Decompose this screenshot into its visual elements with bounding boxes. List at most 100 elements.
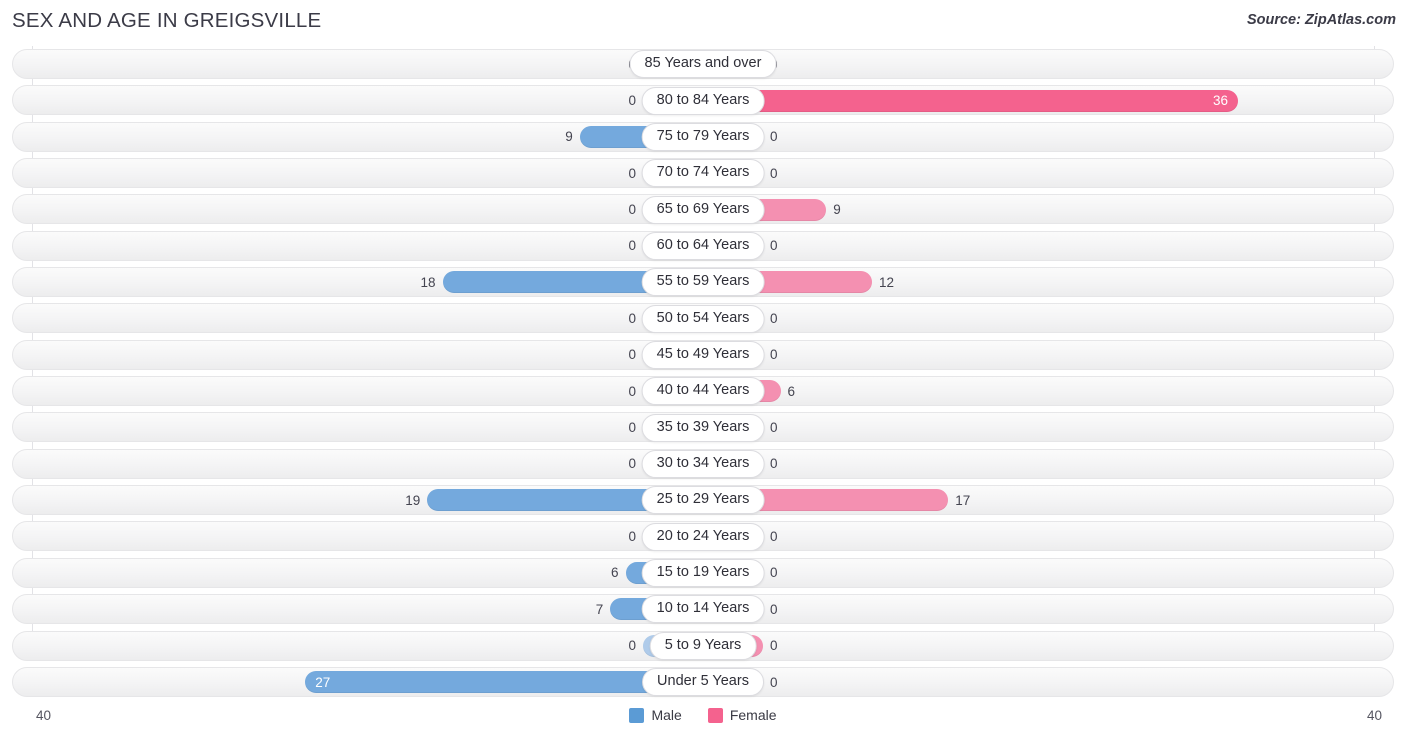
age-group-label: 60 to 64 Years [641, 231, 765, 260]
age-group-label: 45 to 49 Years [641, 340, 765, 369]
male-side: 6 [0, 555, 717, 591]
male-side: 0 [0, 46, 717, 82]
female-side: 0 [689, 555, 1406, 591]
male-side: 0 [0, 373, 717, 409]
male-value-label: 0 [628, 529, 636, 545]
female-side: 0 [689, 228, 1406, 264]
male-value-label: 0 [628, 420, 636, 436]
age-group-row: 0 0 70 to 74 Years [0, 155, 1406, 191]
female-side: 0 [689, 337, 1406, 373]
female-value-label: 36 [1212, 93, 1228, 109]
chart-header: SEX AND AGE IN GREIGSVILLE Source: ZipAt… [0, 0, 1406, 44]
age-group-label: 35 to 39 Years [641, 413, 765, 442]
age-group-label: Under 5 Years [642, 668, 764, 697]
male-side: 0 [0, 446, 717, 482]
age-group-label: 30 to 34 Years [641, 449, 765, 478]
chart-legend: Male Female [0, 707, 1406, 723]
female-value-label: 17 [955, 492, 971, 508]
age-group-label: 80 to 84 Years [641, 86, 765, 115]
age-group-row: 0 0 5 to 9 Years [0, 628, 1406, 664]
female-side: 0 [689, 518, 1406, 554]
age-group-label: 10 to 14 Years [641, 595, 765, 624]
female-value-label: 6 [787, 383, 796, 399]
female-side: 0 [689, 664, 1406, 700]
female-value-label: 0 [770, 601, 778, 617]
age-group-row: 0 36 80 to 84 Years [0, 82, 1406, 118]
age-group-rows: 0085 Years and over03680 to 84 Years9075… [0, 46, 1406, 700]
female-value-label: 0 [770, 238, 778, 254]
male-value-label: 27 [315, 674, 331, 690]
source-attribution: Source: ZipAtlas.com [1246, 12, 1396, 28]
female-value-label: 0 [770, 456, 778, 472]
age-group-row: 0 0 30 to 34 Years [0, 446, 1406, 482]
female-side: 0 [689, 446, 1406, 482]
male-side: 0 [0, 628, 717, 664]
male-side: 0 [0, 191, 717, 227]
chart-axis-footer: 40 40 Male Female [0, 703, 1406, 740]
age-group-row: 7 0 10 to 14 Years [0, 591, 1406, 627]
age-group-label: 40 to 44 Years [641, 377, 765, 406]
male-side: 0 [0, 409, 717, 445]
female-side: 6 [689, 373, 1406, 409]
legend-swatch-female-icon [707, 707, 723, 723]
age-group-row: 0 6 40 to 44 Years [0, 373, 1406, 409]
age-group-label: 15 to 19 Years [641, 558, 765, 587]
male-side: 0 [0, 228, 717, 264]
female-value-label: 0 [770, 529, 778, 545]
legend-item-male[interactable]: Male [629, 707, 682, 723]
male-value-label: 9 [565, 129, 573, 145]
male-value-label: 19 [405, 492, 421, 508]
male-side: 7 [0, 591, 717, 627]
male-side: 27 [0, 664, 717, 700]
female-side: 36 [689, 82, 1406, 118]
female-value-label: 0 [770, 165, 778, 181]
male-value-label: 7 [595, 601, 604, 617]
age-group-label: 20 to 24 Years [641, 522, 765, 551]
age-group-row: 0 0 20 to 24 Years [0, 518, 1406, 554]
age-group-label: 55 to 59 Years [641, 268, 765, 297]
female-side: 0 [689, 628, 1406, 664]
male-side: 18 [0, 264, 717, 300]
age-group-row: 9 0 75 to 79 Years [0, 119, 1406, 155]
male-side: 0 [0, 155, 717, 191]
female-side: 9 [689, 191, 1406, 227]
female-value-label: 0 [770, 674, 778, 690]
female-side: 12 [689, 264, 1406, 300]
male-value-label: 6 [610, 565, 619, 581]
age-group-label: 25 to 29 Years [641, 486, 765, 515]
male-value-label: 0 [628, 383, 636, 399]
female-value-label: 9 [833, 202, 841, 218]
female-value-label: 0 [770, 565, 778, 581]
female-side: 0 [689, 300, 1406, 336]
male-value-label: 18 [420, 274, 436, 290]
age-group-row: 0 0 35 to 39 Years [0, 409, 1406, 445]
age-group-label: 50 to 54 Years [641, 304, 765, 333]
male-value-label: 0 [628, 347, 636, 363]
age-group-label: 70 to 74 Years [641, 159, 765, 188]
male-value-label: 0 [628, 165, 636, 181]
female-side: 0 [689, 155, 1406, 191]
legend-item-female[interactable]: Female [707, 707, 777, 723]
legend-label-female: Female [729, 707, 777, 723]
age-group-row: 19 17 25 to 29 Years [0, 482, 1406, 518]
male-side: 0 [0, 300, 717, 336]
male-value-label: 0 [628, 456, 636, 472]
legend-label-male: Male [651, 707, 682, 723]
female-value-label: 12 [879, 274, 895, 290]
age-group-label: 75 to 79 Years [641, 122, 765, 151]
female-value-label: 0 [770, 129, 778, 145]
female-value-label: 0 [770, 347, 778, 363]
male-value-label: 0 [628, 638, 636, 654]
chart-plot-area: 0085 Years and over03680 to 84 Years9075… [0, 46, 1406, 701]
male-side: 0 [0, 337, 717, 373]
age-group-row: 0 9 65 to 69 Years [0, 191, 1406, 227]
male-value-label: 0 [628, 93, 636, 109]
female-side: 0 [689, 46, 1406, 82]
female-bar[interactable]: 36 [689, 89, 1238, 112]
age-group-row: 18 12 55 to 59 Years [0, 264, 1406, 300]
male-side: 19 [0, 482, 717, 518]
legend-swatch-male-icon [629, 707, 645, 723]
male-side: 9 [0, 119, 717, 155]
age-group-label: 65 to 69 Years [641, 195, 765, 224]
female-side: 0 [689, 119, 1406, 155]
